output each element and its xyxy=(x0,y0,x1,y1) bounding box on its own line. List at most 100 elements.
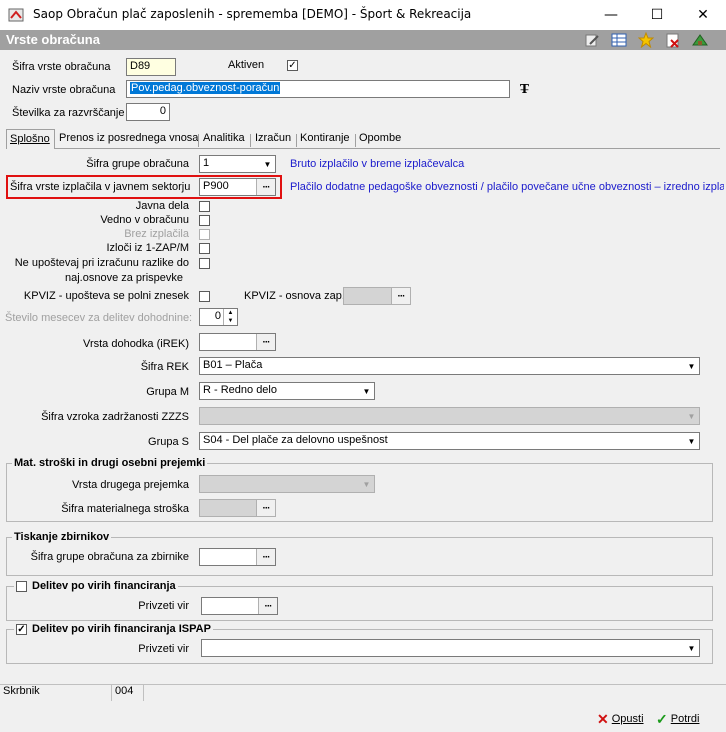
close-icon: ✕ xyxy=(597,710,609,727)
tab-izracun[interactable]: Izračun xyxy=(252,132,294,148)
kpviz-checkbox[interactable] xyxy=(199,291,210,302)
zzzs-select[interactable]: ▼ xyxy=(199,407,700,425)
tab-separator xyxy=(250,134,251,147)
table-icon[interactable] xyxy=(611,32,627,48)
izplacila-value: P900 xyxy=(203,180,229,192)
minimize-button[interactable]: — xyxy=(588,0,634,30)
chevron-down-icon[interactable]: ▼ xyxy=(684,433,699,449)
grupa-zbirnike-label: Šifra grupe obračuna za zbirnike xyxy=(30,551,189,563)
grupa-zbirnike-input[interactable]: ··· xyxy=(199,548,276,566)
vrsta-dohodka-input[interactable]: ··· xyxy=(199,333,276,351)
sifra-input[interactable]: D89 xyxy=(126,58,176,76)
edit-icon[interactable] xyxy=(584,32,600,48)
lookup-icon[interactable]: ··· xyxy=(256,500,275,516)
delitev-vir-label: Privzeti vir xyxy=(138,600,189,612)
spinner-arrows-icon[interactable]: ▲ ▼ xyxy=(223,309,237,325)
aktiven-checkbox[interactable]: ✓ xyxy=(287,60,298,71)
materialni-strosek-input[interactable]: ··· xyxy=(199,499,276,517)
grupa-obracuna-select[interactable]: 1 ▼ xyxy=(199,155,276,173)
chevron-down-icon[interactable]: ▼ xyxy=(359,383,374,399)
skrbnik-label: Skrbnik xyxy=(0,685,112,701)
lookup-icon[interactable]: ··· xyxy=(391,288,410,304)
kpviz-osnova-input[interactable]: ··· xyxy=(343,287,411,305)
ne-upostevaj-label-2: naj.osnove za prispevke xyxy=(65,272,184,284)
ne-upostevaj-checkbox[interactable] xyxy=(199,258,210,269)
sifra-rek-select[interactable]: B01 – Plača ▼ xyxy=(199,357,700,375)
delitev-ispap-checkbox[interactable]: ✓ xyxy=(16,623,27,635)
stevilka-label: Številka za razvrščanje xyxy=(12,107,125,119)
ispap-vir-label: Privzeti vir xyxy=(138,643,189,655)
stevilo-mesecev-value: 0 xyxy=(214,310,221,322)
delitev-ispap-header: ✓ Delitev po virih financiranja ISPAP xyxy=(14,623,213,635)
delete-icon[interactable] xyxy=(665,32,681,48)
lookup-icon[interactable]: ··· xyxy=(256,334,275,350)
mat-stroski-title: Mat. stroški in drugi osebni prejemki xyxy=(12,457,208,469)
kpviz-osnova-label: KPVIZ - osnova zap. xyxy=(244,290,345,302)
sifra-label: Šifra vrste obračuna xyxy=(12,61,111,73)
lookup-icon[interactable]: ··· xyxy=(256,549,275,565)
tab-prenos[interactable]: Prenos iz posrednega vnosa xyxy=(56,132,201,148)
confirm-button[interactable]: ✓ Potrdi xyxy=(656,711,699,727)
vedno-checkbox[interactable] xyxy=(199,215,210,226)
lookup-icon[interactable]: ··· xyxy=(258,598,277,614)
window-title: Saop Obračun plač zaposlenih - sprememba… xyxy=(33,7,472,21)
tab-splosno[interactable]: Splošno xyxy=(6,129,55,149)
delitev-title: Delitev po virih financiranja xyxy=(32,580,176,592)
izloci-label: Izloči iz 1-ZAP/M xyxy=(106,242,189,254)
grupa-obracuna-label: Šifra grupe obračuna xyxy=(86,158,189,170)
star-icon[interactable] xyxy=(637,31,655,49)
stevilo-mesecev-label: Število mesecev za delitev dohodnine: xyxy=(5,312,193,324)
text-format-icon[interactable]: T̶ xyxy=(520,82,529,96)
delitev-checkbox[interactable] xyxy=(16,580,27,592)
tab-opombe[interactable]: Opombe xyxy=(356,132,404,148)
stevilka-input[interactable]: 0 xyxy=(126,103,170,121)
vrsta-dohodka-label: Vrsta dohodka (iREK) xyxy=(83,338,189,350)
skrbnik-value: 004 xyxy=(112,685,144,701)
tab-analitika[interactable]: Analitika xyxy=(200,132,248,148)
cancel-button[interactable]: ✕ Opusti xyxy=(597,711,644,727)
stevilo-mesecev-spinner[interactable]: 0 ▲ ▼ xyxy=(199,308,238,326)
chevron-down-icon[interactable]: ▼ xyxy=(684,640,699,656)
confirm-label: Potrdi xyxy=(670,713,700,725)
grupa-obracuna-desc: Bruto izplačilo v breme izplačevalca xyxy=(290,158,465,170)
chevron-down-icon[interactable]: ▼ xyxy=(260,156,275,172)
form-title: Vrste obračuna xyxy=(6,32,100,47)
chevron-down-icon[interactable]: ▼ xyxy=(684,408,699,424)
zzzs-label: Šifra vzroka zadržanosti ZZZS xyxy=(41,411,189,423)
javna-dela-checkbox[interactable] xyxy=(199,201,210,212)
close-button[interactable]: ✕ xyxy=(680,0,726,30)
delitev-vir-input[interactable]: ··· xyxy=(201,597,278,615)
grupa-m-label: Grupa M xyxy=(146,386,189,398)
tab-strip-line xyxy=(6,148,720,149)
grupa-obracuna-value: 1 xyxy=(203,157,210,169)
chevron-down-icon[interactable]: ▼ xyxy=(684,358,699,374)
checkmark-icon: ✓ xyxy=(656,710,668,727)
sifra-rek-value: B01 – Plača xyxy=(203,359,263,371)
maximize-button[interactable]: ☐ xyxy=(634,0,680,30)
izplacila-label: Šifra vrste izplačila v javnem sektorju xyxy=(10,181,191,193)
izplacila-desc: Plačilo dodatne pedagoške obveznosti / p… xyxy=(290,181,724,193)
grupa-s-value: S04 - Del plače za delovno uspešnost xyxy=(203,434,388,446)
grupa-m-value: R - Redno delo xyxy=(203,384,277,396)
naziv-input[interactable]: Pov.pedag.obveznost-poračun xyxy=(126,80,510,98)
exit-icon[interactable] xyxy=(692,32,708,48)
ispap-vir-select[interactable]: ▼ xyxy=(201,639,700,657)
tiskanje-title: Tiskanje zbirnikov xyxy=(12,531,112,543)
izloci-checkbox[interactable] xyxy=(199,243,210,254)
grupa-s-label: Grupa S xyxy=(148,436,189,448)
grupa-s-select[interactable]: S04 - Del plače za delovno uspešnost ▼ xyxy=(199,432,700,450)
app-icon xyxy=(8,7,24,23)
vrsta-prejemka-select[interactable]: ▼ xyxy=(199,475,375,493)
brez-label: Brez izplačila xyxy=(124,228,189,240)
vrsta-prejemka-label: Vrsta drugega prejemka xyxy=(72,479,189,491)
kpviz-label: KPVIZ - upošteva se polni znesek xyxy=(23,290,189,302)
chevron-down-icon[interactable]: ▼ xyxy=(359,476,374,492)
brez-checkbox[interactable] xyxy=(199,229,210,240)
grupa-m-select[interactable]: R - Redno delo ▼ xyxy=(199,382,375,400)
delitev-ispap-title: Delitev po virih financiranja ISPAP xyxy=(32,623,211,635)
izplacila-input[interactable]: P900 ··· xyxy=(199,178,276,196)
tab-separator xyxy=(198,134,199,147)
tab-kontiranje[interactable]: Kontiranje xyxy=(297,132,353,148)
lookup-icon[interactable]: ··· xyxy=(256,179,275,195)
naziv-selected-text: Pov.pedag.obveznost-poračun xyxy=(130,82,281,94)
